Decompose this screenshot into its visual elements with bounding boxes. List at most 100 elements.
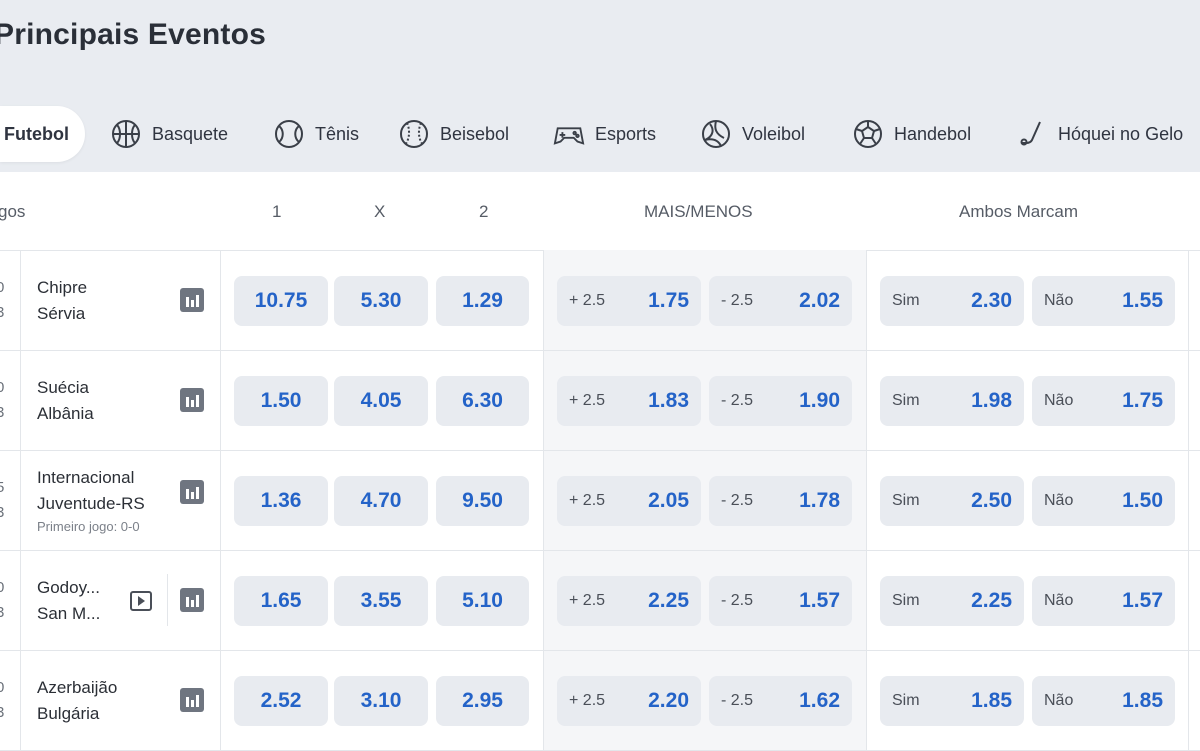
events-table: gos 1 X 2 MAIS/MENOS Ambos Marcam 0 3 Ch… [0,172,1200,751]
tab-label: Esports [595,123,657,144]
teams-cell[interactable]: Suécia Albânia [20,350,221,450]
live-stream-icon[interactable] [130,591,152,611]
btts-yes-button[interactable]: Sim 1.85 [880,676,1024,726]
btts-yes-button[interactable]: Sim 2.50 [880,476,1024,526]
stats-icon[interactable] [180,588,204,612]
match-row: 0 3 Suécia Albânia 1.50 4.05 6.30 + 2.5 1… [0,350,1200,451]
odds-x-button[interactable]: 3.10 [334,676,428,726]
home-team: Internacional [37,468,135,487]
teams-cell[interactable]: Azerbaijão Bulgária [20,650,221,750]
over-button[interactable]: + 2.5 2.20 [557,676,701,726]
odds-x-button[interactable]: 5.30 [334,276,428,326]
btts-yes-button[interactable]: Sim 2.25 [880,576,1024,626]
match-row: 5 3 Internacional Juventude-RS Primeiro … [0,450,1200,551]
odds-1-button[interactable]: 1.36 [234,476,328,526]
odds-x-button[interactable]: 3.55 [334,576,428,626]
away-team: San M... [37,604,101,623]
home-team: Chipre [37,278,88,297]
odds-2-button[interactable]: 5.10 [436,576,529,626]
match-row: 0 3 Godoy... San M... 1.65 3.55 5.10 + 2… [0,550,1200,651]
btts-no-button[interactable]: Não 1.57 [1032,576,1175,626]
under-button[interactable]: - 2.5 2.02 [709,276,852,326]
over-button[interactable]: + 2.5 2.05 [557,476,701,526]
volleyball-icon [700,118,732,150]
gamepad-icon [553,118,585,150]
tab-esports[interactable]: Esports [553,106,656,162]
tab-label: Basquete [152,123,229,144]
match-row: 0 3 Azerbaijão Bulgária 2.52 3.10 2.95 +… [0,650,1200,751]
tennis-ball-icon [273,118,305,150]
home-team: Azerbaijão [37,678,118,697]
btts-no-button[interactable]: Não 1.50 [1032,476,1175,526]
odds-1-button[interactable]: 1.65 [234,576,328,626]
stats-icon[interactable] [180,480,204,504]
odds-1-button[interactable]: 1.50 [234,376,328,426]
tab-label: Handebol [894,123,972,144]
tab-beisebol[interactable]: Beisebol [398,106,509,162]
tab-label: Futebol [4,123,69,144]
teams-cell[interactable]: Godoy... San M... [20,550,221,650]
stats-icon[interactable] [180,688,204,712]
tab-basquete[interactable]: Basquete [110,106,228,162]
col-1-header: 1 [272,202,282,221]
basketball-icon [110,118,142,150]
away-team: Albânia [37,404,94,423]
col-x-header: X [374,202,386,221]
tab-hoquei[interactable]: Hóquei no Gelo [1016,106,1183,162]
away-team: Juventude-RS [37,494,145,513]
match-note: Primeiro jogo: 0-0 [37,519,140,534]
odds-2-button[interactable]: 9.50 [436,476,529,526]
under-button[interactable]: - 2.5 1.78 [709,476,852,526]
tab-label: Hóquei no Gelo [1058,123,1184,144]
odds-1-button[interactable]: 2.52 [234,676,328,726]
sport-tabs: Futebol Basquete Tênis Beisebol Esports … [0,106,1200,162]
tab-label: Voleibol [742,123,806,144]
btts-header: Ambos Marcam [959,202,1079,221]
odds-x-button[interactable]: 4.05 [334,376,428,426]
match-row: 0 3 Chipre Sérvia 10.75 5.30 1.29 + 2.5 1… [0,250,1200,351]
btts-yes-button[interactable]: Sim 2.30 [880,276,1024,326]
match-time: 0 3 [0,350,21,450]
btts-no-button[interactable]: Não 1.75 [1032,376,1175,426]
away-team: Sérvia [37,304,86,323]
games-header: gos [0,202,26,221]
btts-yes-button[interactable]: Sim 1.98 [880,376,1024,426]
match-time: 0 3 [0,550,21,650]
odds-x-button[interactable]: 4.70 [334,476,428,526]
tab-voleibol[interactable]: Voleibol [700,106,805,162]
baseball-icon [398,118,430,150]
over-under-header: MAIS/MENOS [644,202,753,221]
tab-label: Tênis [315,123,360,144]
tab-label: Beisebol [440,123,510,144]
home-team: Godoy... [37,578,100,597]
away-team: Bulgária [37,704,100,723]
under-button[interactable]: - 2.5 1.90 [709,376,852,426]
tab-handebol[interactable]: Handebol [852,106,971,162]
match-time: 0 3 [0,250,21,350]
col-2-header: 2 [479,202,489,221]
over-button[interactable]: + 2.5 1.75 [557,276,701,326]
page-title: Principais Eventos [0,18,267,51]
under-button[interactable]: - 2.5 1.62 [709,676,852,726]
divider [167,574,168,626]
odds-2-button[interactable]: 2.95 [436,676,529,726]
btts-no-button[interactable]: Não 1.85 [1032,676,1175,726]
home-team: Suécia [37,378,89,397]
teams-cell[interactable]: Chipre Sérvia [20,250,221,350]
odds-2-button[interactable]: 1.29 [436,276,529,326]
teams-cell[interactable]: Internacional Juventude-RS Primeiro jogo… [20,450,221,550]
hockey-stick-icon [1016,118,1048,150]
odds-1-button[interactable]: 10.75 [234,276,328,326]
under-button[interactable]: - 2.5 1.57 [709,576,852,626]
handball-icon [852,118,884,150]
btts-no-button[interactable]: Não 1.55 [1032,276,1175,326]
match-time: 0 3 [0,650,21,750]
tab-futebol[interactable]: Futebol [0,106,85,162]
stats-icon[interactable] [180,388,204,412]
stats-icon[interactable] [180,288,204,312]
over-button[interactable]: + 2.5 2.25 [557,576,701,626]
tab-tenis[interactable]: Tênis [273,106,359,162]
match-time: 5 3 [0,450,21,550]
over-button[interactable]: + 2.5 1.83 [557,376,701,426]
odds-2-button[interactable]: 6.30 [436,376,529,426]
